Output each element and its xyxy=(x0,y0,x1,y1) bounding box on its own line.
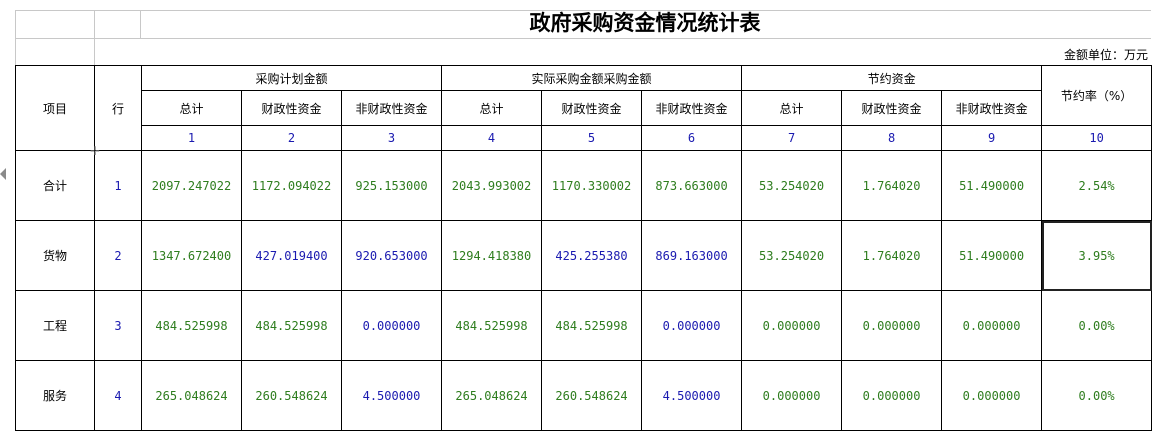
header-saving-rate[interactable]: 节约率（%） xyxy=(1041,65,1153,126)
cell-value[interactable]: 484.525998 xyxy=(541,290,643,361)
cell-saving-rate[interactable]: 0.00% xyxy=(1041,360,1153,431)
header-group-saving[interactable]: 节约资金 xyxy=(741,65,1043,91)
header-sub[interactable]: 总计 xyxy=(741,90,843,126)
row-item[interactable]: 合计 xyxy=(15,150,95,221)
cell-value[interactable]: 51.490000 xyxy=(941,150,1043,221)
table-row: 合计 1 2097.247022 1172.094022 925.153000 … xyxy=(15,150,1153,221)
column-number[interactable]: 4 xyxy=(441,125,543,151)
column-number[interactable]: 7 xyxy=(741,125,843,151)
column-number[interactable]: 10 xyxy=(1041,125,1153,151)
column-number[interactable]: 5 xyxy=(541,125,643,151)
cell-value[interactable]: 873.663000 xyxy=(641,150,743,221)
header-row[interactable]: 行 xyxy=(94,65,142,151)
sheet-gridline xyxy=(15,38,1151,39)
header-sub[interactable]: 财政性资金 xyxy=(841,90,943,126)
scroll-left-arrow-icon[interactable] xyxy=(0,168,6,180)
header-sub[interactable]: 财政性资金 xyxy=(241,90,342,126)
cell-value[interactable]: 484.525998 xyxy=(141,290,242,361)
cell-value[interactable]: 1172.094022 xyxy=(241,150,342,221)
sheet-gridline xyxy=(15,10,16,65)
column-number[interactable]: 9 xyxy=(941,125,1043,151)
row-item[interactable]: 工程 xyxy=(15,290,95,361)
cell-value[interactable]: 484.525998 xyxy=(441,290,543,361)
header-sub[interactable]: 财政性资金 xyxy=(541,90,643,126)
page-title: 政府采购资金情况统计表 xyxy=(529,10,761,35)
cell-value[interactable]: 925.153000 xyxy=(340,150,443,221)
cell-saving-rate[interactable]: 2.54% xyxy=(1041,150,1153,221)
cell-value[interactable]: 0.000000 xyxy=(841,290,943,361)
cell-value[interactable]: 0.000000 xyxy=(340,290,443,361)
table-row: 服务 4 265.048624 260.548624 4.500000 265.… xyxy=(15,360,1153,431)
header-sub[interactable]: 总计 xyxy=(141,90,242,126)
cell-value[interactable]: 2097.247022 xyxy=(141,150,242,221)
header-sub[interactable]: 非财政性资金 xyxy=(641,90,743,126)
cell-value[interactable]: 0.000000 xyxy=(741,360,843,431)
cell-value[interactable]: 4.500000 xyxy=(641,360,743,431)
cell-value[interactable]: 265.048624 xyxy=(441,360,543,431)
cell-value[interactable]: 51.490000 xyxy=(941,220,1043,291)
row-item[interactable]: 货物 xyxy=(15,220,95,291)
cell-saving-rate[interactable]: 0.00% xyxy=(1041,290,1153,361)
row-number[interactable]: 1 xyxy=(94,150,142,221)
cell-value[interactable]: 2043.993002 xyxy=(441,150,543,221)
cell-value[interactable]: 53.254020 xyxy=(741,220,843,291)
column-number[interactable]: 8 xyxy=(841,125,943,151)
column-number[interactable]: 2 xyxy=(241,125,342,151)
column-number[interactable]: 6 xyxy=(641,125,743,151)
cell-value[interactable]: 53.254020 xyxy=(741,150,843,221)
move-cursor-icon: ✛ xyxy=(89,144,101,158)
cell-saving-rate-selected[interactable]: 3.95% xyxy=(1041,220,1153,291)
row-number[interactable]: 3 xyxy=(94,290,142,361)
sheet-gridline xyxy=(94,10,95,65)
cell-value[interactable]: 0.000000 xyxy=(841,360,943,431)
row-item[interactable]: 服务 xyxy=(15,360,95,431)
column-number[interactable]: 1 xyxy=(141,125,242,151)
header-sub[interactable]: 总计 xyxy=(441,90,543,126)
cell-value[interactable]: 920.653000 xyxy=(340,220,443,291)
cell-value[interactable]: 869.163000 xyxy=(641,220,743,291)
cell-value[interactable]: 4.500000 xyxy=(340,360,443,431)
row-number[interactable]: 2 xyxy=(94,220,142,291)
cell-value[interactable]: 1.764020 xyxy=(841,150,943,221)
statistics-table: 项目 行 采购计划金额 实际采购金额采购金额 节约资金 节约率（%） 总计 财政… xyxy=(15,65,1153,431)
column-number[interactable]: 3 xyxy=(340,125,443,151)
cell-value[interactable]: 260.548624 xyxy=(241,360,342,431)
cell-value[interactable]: 0.000000 xyxy=(941,290,1043,361)
header-group-plan[interactable]: 采购计划金额 xyxy=(140,65,443,91)
cell-value[interactable]: 260.548624 xyxy=(541,360,643,431)
header-sub[interactable]: 非财政性资金 xyxy=(340,90,443,126)
cell-value[interactable]: 0.000000 xyxy=(941,360,1043,431)
header-item[interactable]: 项目 xyxy=(15,65,95,151)
table-row: 货物 2 1347.672400 427.019400 920.653000 1… xyxy=(15,220,1153,291)
unit-label: 金额单位：万元 xyxy=(1063,48,1148,62)
cell-value[interactable]: 0.000000 xyxy=(741,290,843,361)
cell-value[interactable]: 1347.672400 xyxy=(141,220,242,291)
cell-value[interactable]: 427.019400 xyxy=(241,220,342,291)
row-number[interactable]: 4 xyxy=(94,360,142,431)
header-sub[interactable]: 非财政性资金 xyxy=(941,90,1043,126)
cell-value[interactable]: 1.764020 xyxy=(841,220,943,291)
cell-value[interactable]: 1170.330002 xyxy=(541,150,643,221)
cell-value[interactable]: 265.048624 xyxy=(141,360,242,431)
header-group-actual[interactable]: 实际采购金额采购金额 xyxy=(441,65,743,91)
cell-value[interactable]: 425.255380 xyxy=(541,220,643,291)
cell-value[interactable]: 1294.418380 xyxy=(441,220,543,291)
cell-value[interactable]: 0.000000 xyxy=(641,290,743,361)
cell-value[interactable]: 484.525998 xyxy=(241,290,342,361)
table-row: 工程 3 484.525998 484.525998 0.000000 484.… xyxy=(15,290,1153,361)
